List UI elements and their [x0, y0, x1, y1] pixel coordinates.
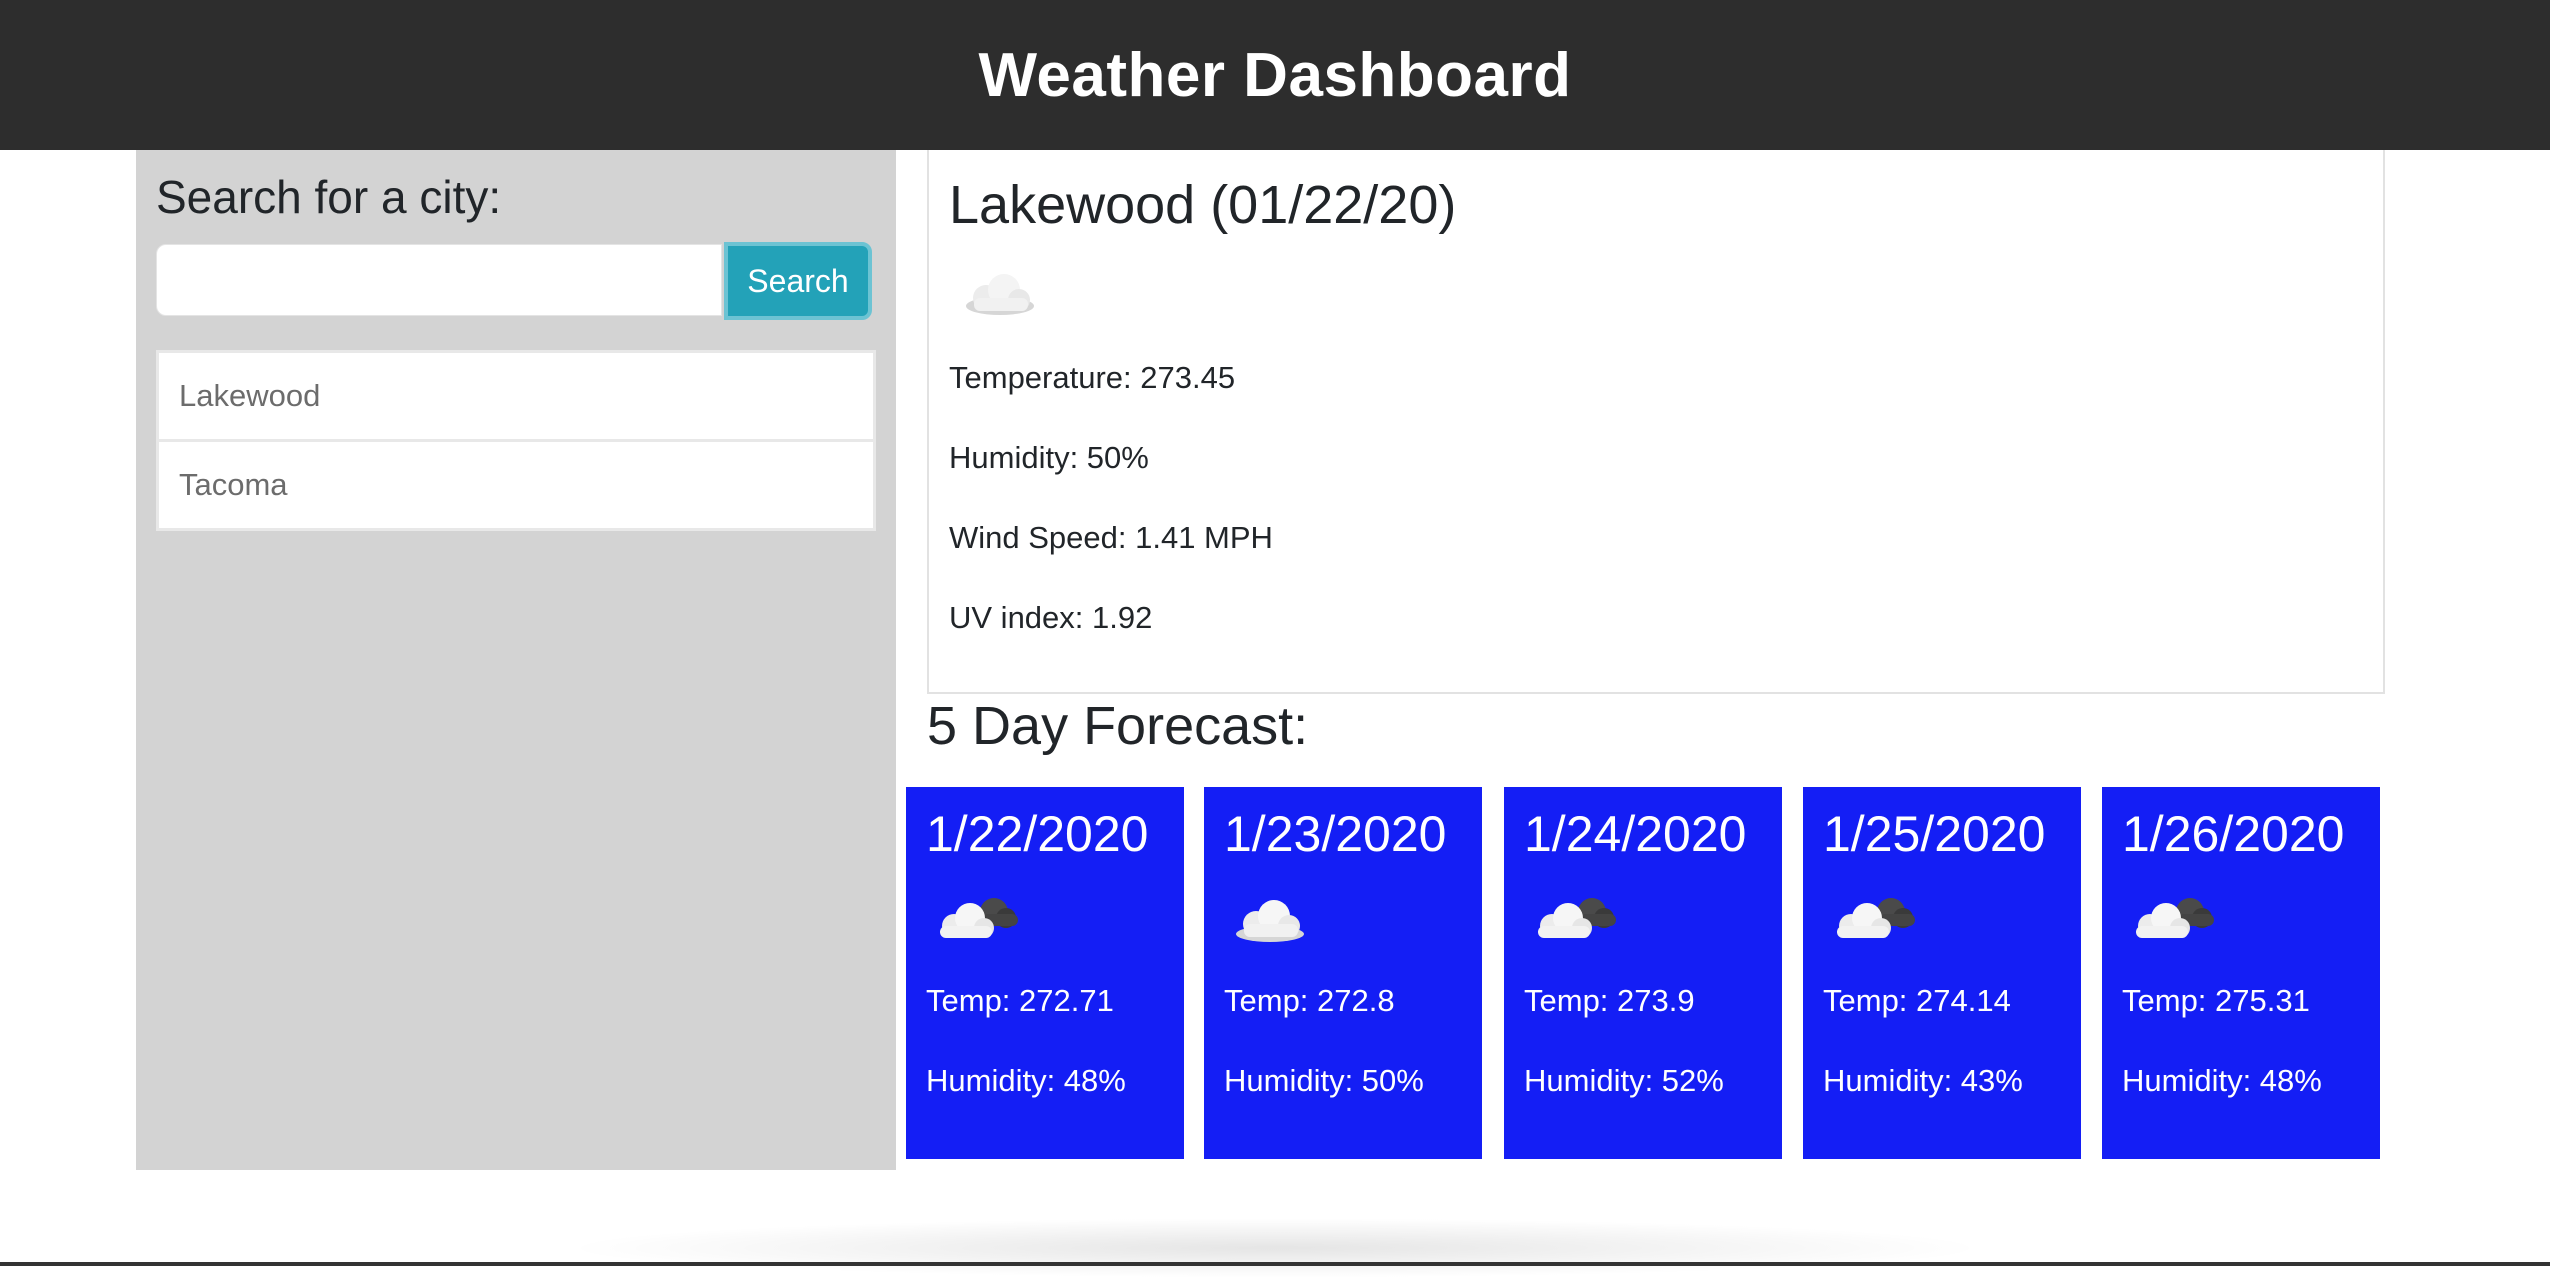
forecast-temp: Temp: 273.9: [1524, 983, 1695, 1018]
forecast-date: 1/24/2020: [1524, 806, 1747, 862]
search-label: Search for a city:: [156, 171, 502, 223]
forecast-date: 1/23/2020: [1224, 806, 1447, 862]
forecast-humidity: Humidity: 48%: [2122, 1063, 2322, 1098]
forecast-date: 1/22/2020: [926, 806, 1149, 862]
forecast-humidity: Humidity: 50%: [1224, 1063, 1424, 1098]
current-weather-panel: Lakewood (01/22/20) Temperature: 273.45 …: [927, 150, 2385, 694]
forecast-temp: Temp: 274.14: [1823, 983, 2011, 1018]
forecast-temp: Temp: 272.8: [1224, 983, 1395, 1018]
forecast-card: 1/25/2020 Temp: 274.14 Humidity: 43%: [1803, 787, 2081, 1159]
forecast-card: 1/23/2020 Temp: 272.8 Humidity: 50%: [1204, 787, 1482, 1159]
city-history-item[interactable]: Tacoma: [156, 439, 876, 531]
sidebar: Search for a city: Search Lakewood Tacom…: [136, 150, 896, 1170]
current-uv-index: UV index: 1.92: [949, 600, 1153, 635]
current-city-title: Lakewood (01/22/20): [949, 175, 1457, 235]
forecast-humidity: Humidity: 52%: [1524, 1063, 1724, 1098]
forecast-humidity: Humidity: 43%: [1823, 1063, 2023, 1098]
forecast-date: 1/25/2020: [1823, 806, 2046, 862]
current-temperature: Temperature: 273.45: [949, 360, 1236, 395]
partly-cloudy-icon: [932, 892, 1022, 949]
forecast-card: 1/24/2020 Temp: 273.9 Humidity: 52%: [1504, 787, 1782, 1159]
page-title: Weather Dashboard: [978, 40, 1572, 110]
city-history-list: Lakewood Tacoma: [156, 350, 876, 531]
search-input[interactable]: [156, 244, 722, 316]
forecast-card: 1/26/2020 Temp: 275.31 Humidity: 48%: [2102, 787, 2380, 1159]
cloud-icon: [964, 270, 1036, 321]
forecast-card: 1/22/2020 Temp: 272.71 Humidity: 48%: [906, 787, 1184, 1159]
search-button[interactable]: Search: [724, 242, 872, 320]
header-bar: Weather Dashboard: [0, 0, 2550, 150]
forecast-temp: Temp: 272.71: [926, 983, 1114, 1018]
footer-shadow: [560, 1218, 1990, 1278]
partly-cloudy-icon: [1530, 892, 1620, 949]
cloud-icon: [1230, 892, 1320, 949]
forecast-temp: Temp: 275.31: [2122, 983, 2310, 1018]
forecast-date: 1/26/2020: [2122, 806, 2345, 862]
forecast-humidity: Humidity: 48%: [926, 1063, 1126, 1098]
partly-cloudy-icon: [2128, 892, 2218, 949]
current-humidity: Humidity: 50%: [949, 440, 1149, 475]
current-wind-speed: Wind Speed: 1.41 MPH: [949, 520, 1273, 555]
bottom-divider: [0, 1262, 2550, 1266]
partly-cloudy-icon: [1829, 892, 1919, 949]
city-history-item[interactable]: Lakewood: [156, 350, 876, 442]
forecast-title: 5 Day Forecast:: [927, 696, 1309, 756]
